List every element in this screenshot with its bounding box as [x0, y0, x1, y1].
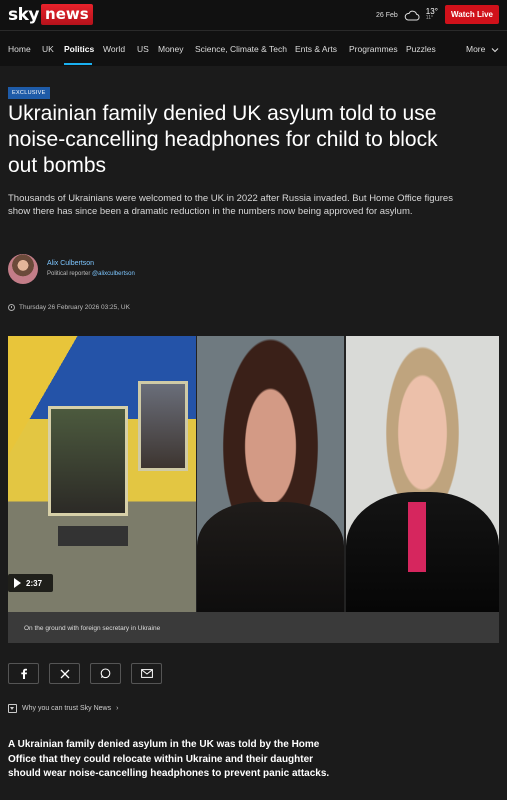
nav-item-world[interactable]: World: [103, 44, 125, 54]
video-player[interactable]: [8, 336, 499, 612]
author-role-title: Political reporter: [47, 271, 91, 277]
logo-sky-text: sky: [8, 4, 40, 25]
article-standfirst: Thousands of Ukrainians were welcomed to…: [8, 193, 453, 217]
video-still-memorial: [8, 336, 196, 612]
whatsapp-icon: [100, 668, 111, 679]
trust-icon: [8, 704, 17, 713]
memorial-portrait-2: [138, 381, 188, 471]
nav-more-label: More: [466, 44, 486, 54]
author-name[interactable]: Alix Culbertson: [47, 258, 135, 269]
chevron-right-icon: ›: [116, 705, 119, 712]
nav-item-us[interactable]: US: [137, 44, 149, 54]
author-role: Political reporter @alixculbertson: [47, 269, 135, 280]
chevron-down-icon: [491, 47, 499, 53]
author-handle-link[interactable]: @alixculbertson: [92, 271, 135, 277]
exclusive-badge: EXCLUSIVE: [8, 87, 50, 99]
logo-news-text: news: [41, 4, 93, 25]
trust-link-text: Why you can trust Sky News: [22, 705, 112, 712]
share-email-button[interactable]: [131, 663, 162, 684]
play-icon: [14, 578, 21, 588]
memorial-portrait-1: [48, 406, 128, 516]
share-bar: [8, 663, 162, 684]
author-byline: Alix Culbertson Political reporter @alix…: [8, 253, 135, 285]
clock-icon: [8, 304, 15, 311]
timestamp-text: Thursday 26 February 2026 03:25, UK: [19, 304, 130, 311]
nav-item-politics[interactable]: Politics: [64, 44, 94, 54]
author-avatar[interactable]: [8, 254, 38, 284]
weather-date: 26 Feb: [376, 11, 398, 19]
article-headline: Ukrainian family denied UK asylum told t…: [8, 102, 438, 177]
temperature-high: 13°: [425, 7, 438, 16]
coat-shape: [197, 502, 344, 612]
nav-active-indicator: [64, 63, 92, 65]
shirt-shape: [408, 502, 426, 572]
share-x-button[interactable]: [49, 663, 80, 684]
facebook-icon: [20, 668, 27, 679]
email-icon: [140, 669, 153, 678]
watch-live-button[interactable]: Watch Live: [445, 5, 499, 24]
share-facebook-button[interactable]: [8, 663, 39, 684]
video-still-minister: [346, 336, 499, 612]
weather-widget[interactable]: 26 Feb 13° 11°: [376, 6, 438, 24]
nav-item-uk[interactable]: UK: [42, 44, 54, 54]
nav-item-programmes[interactable]: Programmes: [349, 44, 398, 54]
temperature-low: 11°: [425, 15, 433, 21]
article-body-paragraph: A Ukrainian family denied asylum in the …: [8, 739, 330, 779]
top-bar: sky news 26 Feb 13° 11° Watch Live: [0, 0, 507, 30]
nav-item-home[interactable]: Home: [8, 44, 31, 54]
article-timestamp: Thursday 26 February 2026 03:25, UK: [8, 304, 130, 311]
trust-link[interactable]: Why you can trust Sky News ›: [8, 704, 118, 713]
cloud-icon: [404, 10, 420, 20]
nav-item-money[interactable]: Money: [158, 44, 184, 54]
nav-item-science[interactable]: Science, Climate & Tech: [195, 44, 287, 54]
main-nav: Home UK Politics World US Money Science,…: [0, 30, 507, 66]
video-duration: 2:37: [26, 578, 43, 588]
play-button[interactable]: 2:37: [8, 574, 53, 592]
x-icon: [60, 669, 69, 678]
video-still-woman: [197, 336, 344, 612]
nav-more-button[interactable]: More: [466, 44, 499, 54]
video-caption: On the ground with foreign secretary in …: [8, 612, 499, 643]
nav-item-ents-arts[interactable]: Ents & Arts: [295, 44, 337, 54]
nav-item-puzzles[interactable]: Puzzles: [406, 44, 436, 54]
memorial-plaque: [58, 526, 128, 546]
share-whatsapp-button[interactable]: [90, 663, 121, 684]
sky-news-logo[interactable]: sky news: [8, 4, 93, 25]
